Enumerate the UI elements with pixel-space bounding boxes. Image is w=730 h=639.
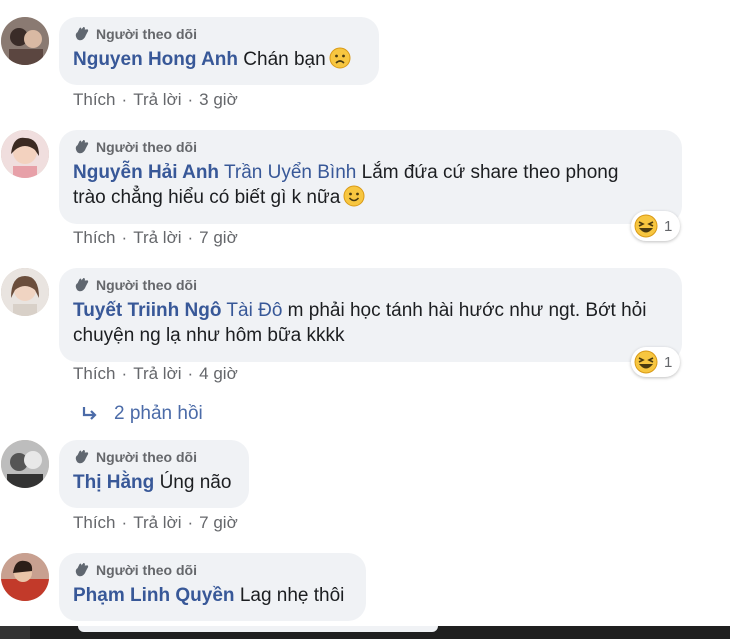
bottom-bar xyxy=(0,626,730,639)
follower-badge: Người theo dõi xyxy=(73,276,668,294)
reply-link[interactable]: Trả lời xyxy=(133,228,181,247)
like-link[interactable]: Thích xyxy=(73,90,116,109)
comment-author[interactable]: Thị Hằng xyxy=(73,472,154,493)
hand-wave-icon xyxy=(75,277,89,292)
mention-tag[interactable]: Tài Đô xyxy=(226,300,282,321)
avatar[interactable] xyxy=(1,130,49,178)
comment-bubble: Người theo dõi Nguyen Hong Anh Chán bạn xyxy=(59,17,379,85)
comment-bubble: Người theo dõi Nguyễn Hải Anh Trần Uyển … xyxy=(59,130,682,224)
smile-face-icon xyxy=(343,185,365,207)
comment-body-line1: m phải học tánh hài hước như ngt. Bớt hỏ… xyxy=(287,300,647,321)
sad-face-icon xyxy=(329,47,351,69)
comment-text: Thị Hằng Úng não xyxy=(73,470,235,495)
comment-text: Phạm Linh Quyền Lag nhẹ thôi xyxy=(73,583,352,608)
comment-bubble: Người theo dõi Tuyết Triinh Ngô Tài Đô m… xyxy=(59,268,682,362)
reaction-summary[interactable]: 1 xyxy=(631,211,681,241)
follower-badge: Người theo dõi xyxy=(73,561,352,579)
next-comment-peek xyxy=(78,626,438,632)
badge-label: Người theo dõi xyxy=(96,562,197,578)
reply-link[interactable]: Trả lời xyxy=(133,364,181,383)
comment-actions: Thích · Trả lời · 4 giờ xyxy=(73,364,238,383)
comment-text: Tuyết Triinh Ngô Tài Đô m phải học tánh … xyxy=(73,298,668,348)
view-replies-link[interactable]: 2 phản hồi xyxy=(80,403,203,425)
timestamp[interactable]: 3 giờ xyxy=(199,90,238,109)
timestamp[interactable]: 7 giờ xyxy=(199,228,238,247)
comment-text: Nguyen Hong Anh Chán bạn xyxy=(73,47,365,72)
like-link[interactable]: Thích xyxy=(73,513,116,532)
comment-actions: Thích · Trả lời · 3 giờ xyxy=(73,90,238,109)
comment-actions: Thích · Trả lời · 7 giờ xyxy=(73,228,238,247)
hand-wave-icon xyxy=(75,449,89,464)
comment-author[interactable]: Phạm Linh Quyền xyxy=(73,585,235,606)
avatar[interactable] xyxy=(1,268,49,316)
bottom-bar-edge xyxy=(0,626,30,639)
timestamp[interactable]: 7 giờ xyxy=(199,513,238,532)
comment-body: Chán bạn xyxy=(243,49,326,70)
replies-label: 2 phản hồi xyxy=(114,403,203,424)
comment-bubble: Người theo dõi Phạm Linh Quyền Lag nhẹ t… xyxy=(59,553,366,621)
comment-text: Nguyễn Hải Anh Trần Uyển Bình Lắm đứa cứ… xyxy=(73,160,668,210)
reply-link[interactable]: Trả lời xyxy=(133,90,181,109)
follower-badge: Người theo dõi xyxy=(73,138,668,156)
like-link[interactable]: Thích xyxy=(73,364,116,383)
badge-label: Người theo dõi xyxy=(96,26,197,42)
reply-link[interactable]: Trả lời xyxy=(133,513,181,532)
hand-wave-icon xyxy=(75,562,89,577)
badge-label: Người theo dõi xyxy=(96,277,197,293)
badge-label: Người theo dõi xyxy=(96,449,197,465)
comment-body: Úng não xyxy=(159,472,232,493)
reaction-count: 1 xyxy=(664,353,673,371)
avatar[interactable] xyxy=(1,440,49,488)
avatar[interactable] xyxy=(1,17,49,65)
comment-body-line2: trào chẳng hiểu có biết gì k nữa xyxy=(73,187,341,208)
hand-wave-icon xyxy=(75,139,89,154)
follower-badge: Người theo dõi xyxy=(73,25,365,43)
avatar[interactable] xyxy=(1,553,49,601)
comment-author[interactable]: Nguyen Hong Anh xyxy=(73,49,238,70)
comment-author[interactable]: Nguyễn Hải Anh xyxy=(73,162,219,183)
haha-emoji-icon xyxy=(634,350,658,374)
reaction-count: 1 xyxy=(664,217,673,235)
haha-emoji-icon xyxy=(634,214,658,238)
badge-label: Người theo dõi xyxy=(96,139,197,155)
comment-bubble: Người theo dõi Thị Hằng Úng não xyxy=(59,440,249,508)
hand-wave-icon xyxy=(75,26,89,41)
comment-actions: Thích · Trả lời · 7 giờ xyxy=(73,513,238,532)
reply-arrow-icon xyxy=(82,407,97,420)
comment-body-line1: Lắm đứa cứ share theo phong xyxy=(361,162,619,183)
comment-author[interactable]: Tuyết Triinh Ngô xyxy=(73,300,221,321)
comment-body: Lag nhẹ thôi xyxy=(239,585,345,606)
comment-body-line2: chuyện ng lạ như hôm bữa kkkk xyxy=(73,325,345,346)
reaction-summary[interactable]: 1 xyxy=(631,347,681,377)
follower-badge: Người theo dõi xyxy=(73,448,235,466)
mention-tag[interactable]: Trần Uyển Bình xyxy=(224,162,356,183)
timestamp[interactable]: 4 giờ xyxy=(199,364,238,383)
like-link[interactable]: Thích xyxy=(73,228,116,247)
